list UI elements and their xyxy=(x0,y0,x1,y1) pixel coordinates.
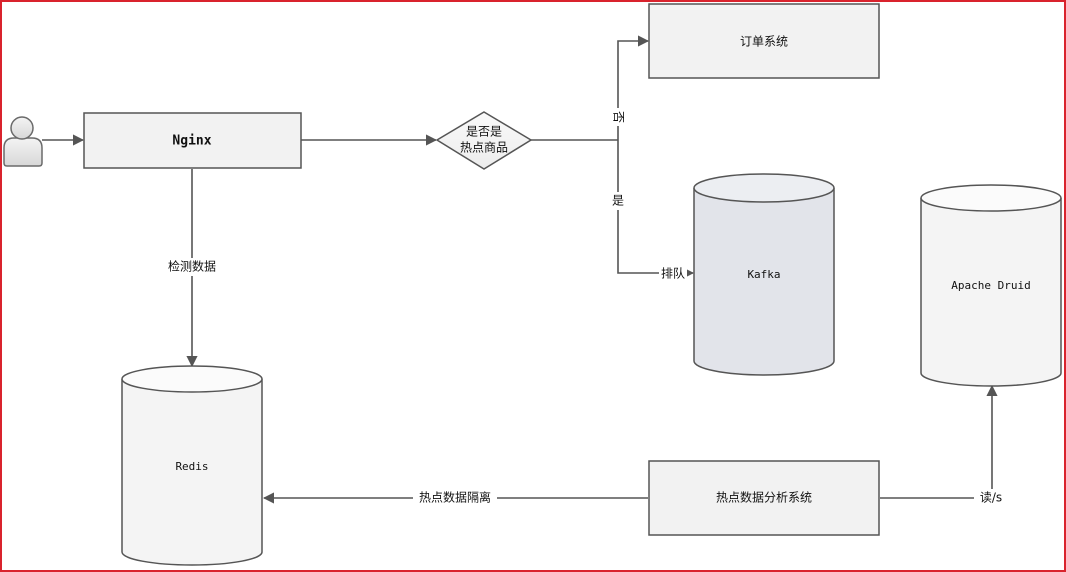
decision-line-1: 是否是 xyxy=(466,125,502,139)
label-detect-data: 检测数据 xyxy=(168,259,216,274)
label-read-rate: 读/s xyxy=(980,491,1002,505)
hot-analysis-node: 热点数据分析系统 xyxy=(648,460,880,536)
edge-analysis-druid xyxy=(880,384,998,499)
diagram-canvas: 否 是 排队 检测数据 热点数据隔离 读/s Nginx 是否是 热点商品 订单… xyxy=(0,0,1066,572)
decision-line-2: 热点商品 xyxy=(460,140,508,155)
label-yes: 是 xyxy=(612,194,624,208)
nginx-node: Nginx xyxy=(83,112,302,169)
apache-druid-node: Apache Druid xyxy=(920,184,1062,387)
label-no: 否 xyxy=(612,111,626,123)
flow-diagram: 否 是 排队 检测数据 热点数据隔离 读/s Nginx 是否是 热点商品 订单… xyxy=(0,0,1066,572)
apache-druid-label: Apache Druid xyxy=(951,279,1030,292)
kafka-label: Kafka xyxy=(747,268,780,281)
hot-item-decision: 是否是 热点商品 xyxy=(435,111,533,170)
label-queue: 排队 xyxy=(661,266,685,281)
edge-branch-kafka xyxy=(617,140,695,279)
redis-node: Redis xyxy=(121,365,263,566)
label-hot-isolation: 热点数据隔离 xyxy=(419,490,491,505)
user-icon xyxy=(3,116,43,167)
order-system-label: 订单系统 xyxy=(740,35,788,49)
redis-label: Redis xyxy=(175,460,208,473)
nginx-label: Nginx xyxy=(172,134,211,149)
kafka-node: Kafka xyxy=(693,173,835,376)
hot-analysis-label: 热点数据分析系统 xyxy=(716,490,812,505)
order-system-node: 订单系统 xyxy=(648,3,880,79)
